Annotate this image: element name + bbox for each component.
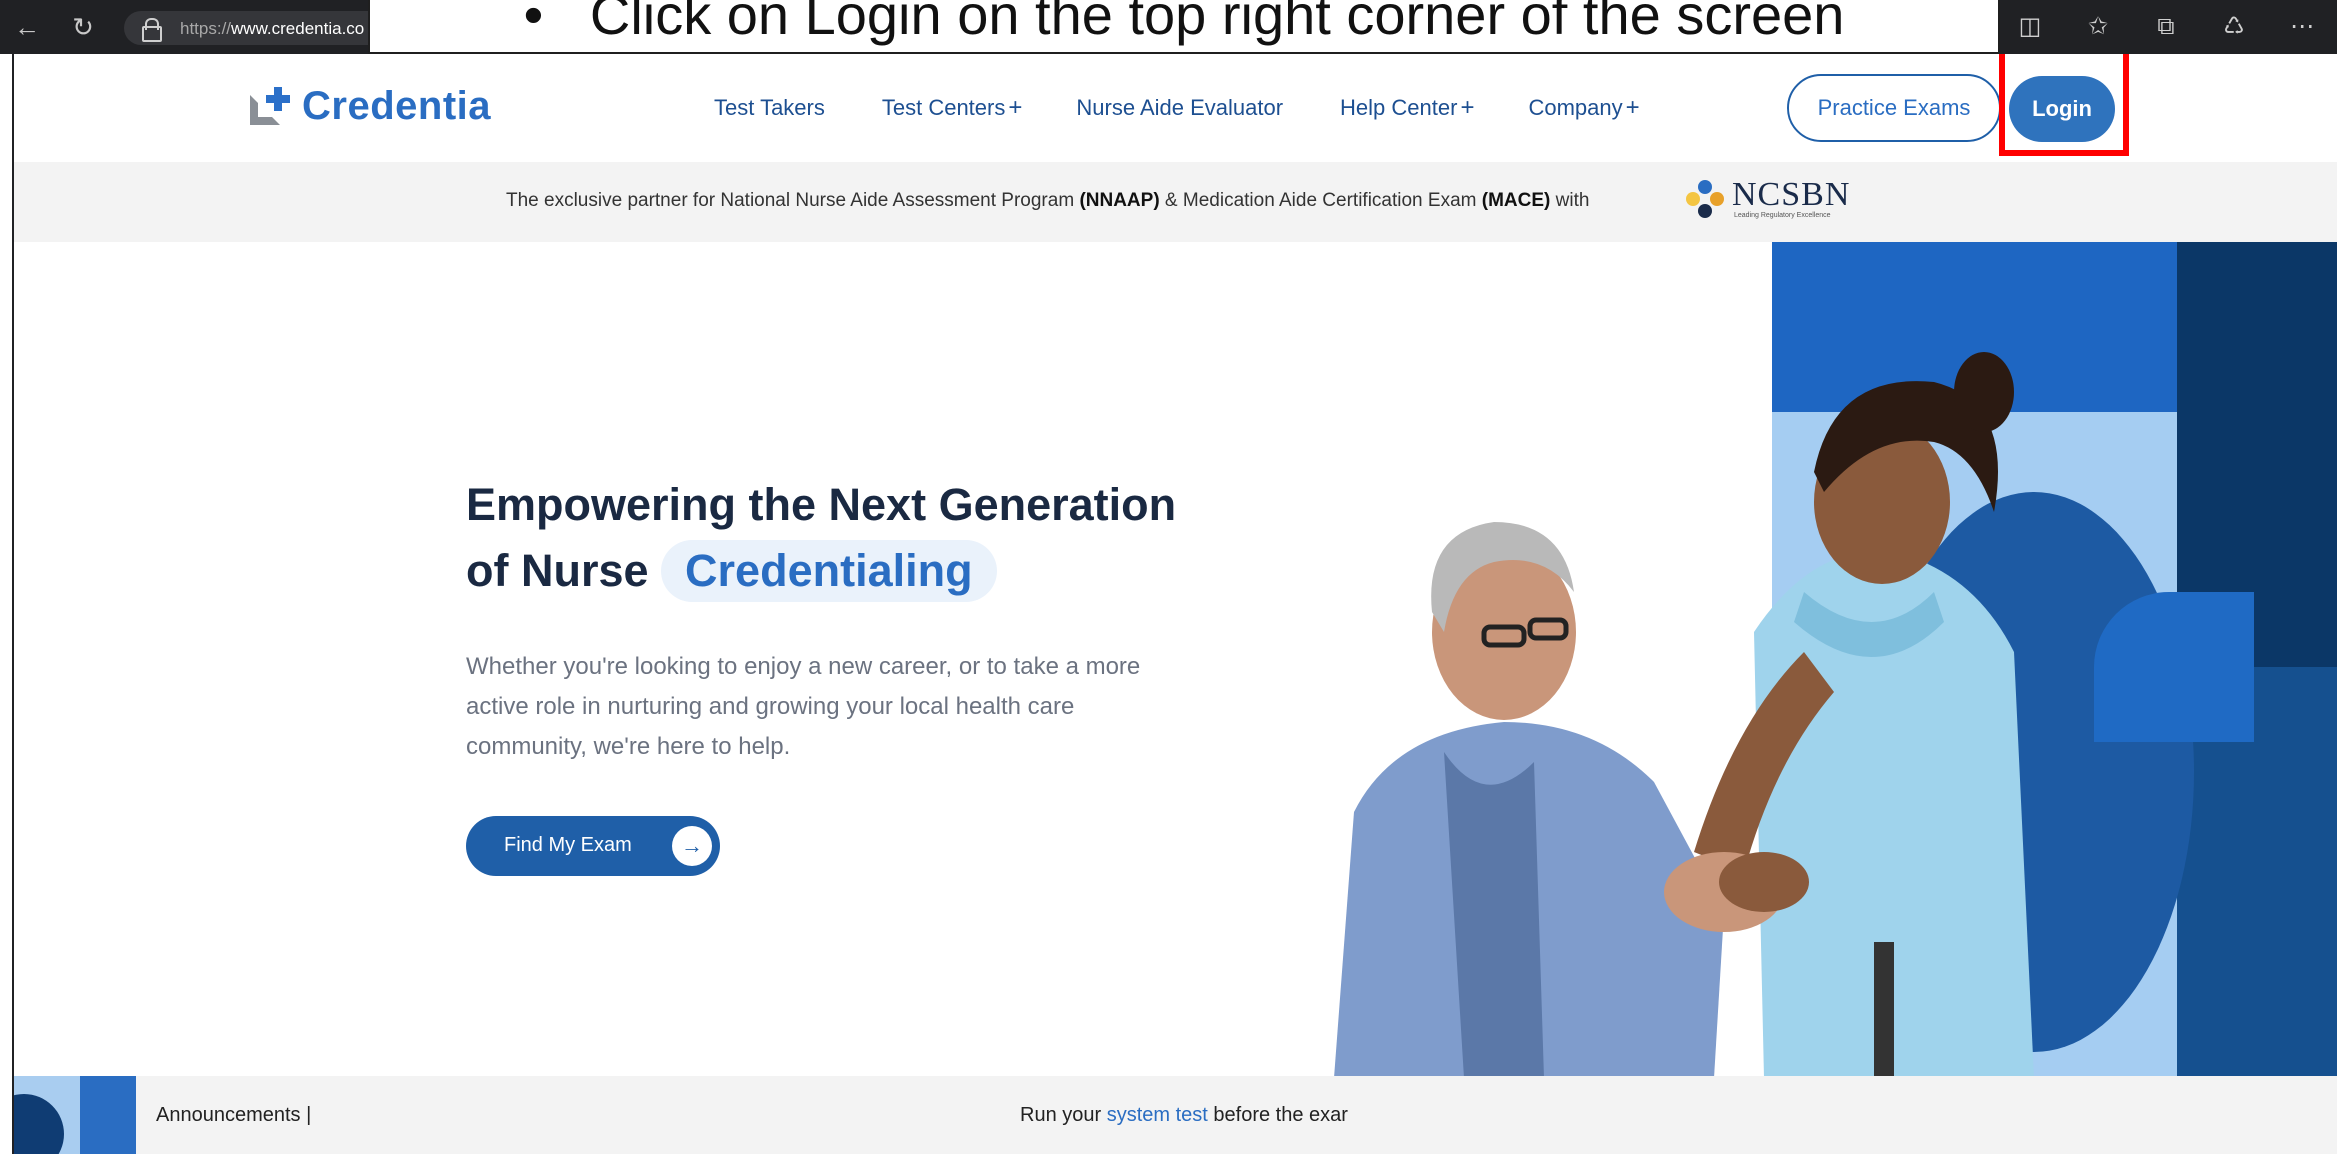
- login-highlight-box: [1999, 54, 2129, 156]
- ncsbn-logo[interactable]: NCSBN Leading Regulatory Excellence: [1686, 178, 1850, 219]
- nav-test-centers[interactable]: Test Centers +: [882, 94, 1023, 122]
- web-page: Credentia Test Takers Test Centers + Nurs…: [12, 54, 2337, 1154]
- hero-title: Empowering the Next Generation of Nurse …: [466, 472, 1266, 604]
- partner-text: The exclusive partner for National Nurse…: [506, 190, 1590, 211]
- back-arrow-icon[interactable]: ←: [12, 12, 42, 42]
- hero-title-accent: Credentialing: [661, 540, 997, 602]
- system-test-link[interactable]: system test: [1107, 1104, 1208, 1126]
- lock-icon: [142, 18, 162, 42]
- ncsbn-tagline: Leading Regulatory Excellence: [1734, 212, 1831, 219]
- instruction-banner: • Click on Login on the top right corner…: [368, 0, 2000, 54]
- ncsbn-logo-icon: [1686, 179, 1724, 218]
- credentia-logo[interactable]: Credentia: [250, 84, 491, 129]
- hero-section: Empowering the Next Generation of Nurse …: [14, 242, 2337, 1078]
- extensions-icon[interactable]: ♺: [2219, 12, 2249, 42]
- expand-plus-icon: +: [1008, 94, 1023, 121]
- main-nav: Test Takers Test Centers + Nurse Aide Eva…: [714, 94, 1640, 122]
- expand-plus-icon: +: [1625, 94, 1640, 121]
- site-header: Credentia Test Takers Test Centers + Nurs…: [14, 54, 2337, 162]
- partner-strip: The exclusive partner for National Nurse…: [14, 162, 2337, 242]
- instruction-text: • Click on Login on the top right corner…: [523, 0, 1845, 46]
- split-screen-icon[interactable]: ◫: [2015, 12, 2045, 42]
- favorites-icon[interactable]: ✩: [2083, 12, 2113, 42]
- refresh-icon[interactable]: ↻: [68, 12, 98, 42]
- nav-company[interactable]: Company +: [1528, 94, 1639, 122]
- collections-icon[interactable]: ⧉: [2151, 12, 2181, 42]
- ncsbn-name: NCSBN: [1732, 176, 1851, 213]
- logo-text: Credentia: [302, 84, 491, 128]
- announcements-label: Announcements |: [156, 1104, 312, 1126]
- find-my-exam-label: Find My Exam: [504, 834, 632, 856]
- find-my-exam-button[interactable]: Find My Exam →: [466, 816, 720, 876]
- nav-nurse-aide-evaluator[interactable]: Nurse Aide Evaluator: [1076, 94, 1286, 122]
- announcement-decoration: [14, 1076, 80, 1154]
- arrow-right-icon: →: [672, 826, 712, 866]
- practice-exams-button[interactable]: Practice Exams: [1787, 74, 2001, 142]
- hero-photo-nurse-and-patient: [1334, 352, 2034, 1078]
- announcements-bar: Announcements | Run your system test bef…: [14, 1076, 2337, 1154]
- announcement-decoration-blue: [80, 1076, 136, 1154]
- system-test-notice: Run your system test before the exar: [1020, 1104, 1348, 1126]
- hero-description: Whether you're looking to enjoy a new ca…: [466, 653, 1141, 760]
- url-text: https://www.credentia.co: [180, 19, 365, 38]
- nav-help-center[interactable]: Help Center +: [1340, 94, 1474, 122]
- browser-toolbar-icons: ☆ ◫ ✩ ⧉ ♺ ⋯: [1947, 12, 2317, 42]
- nav-test-takers[interactable]: Test Takers: [714, 94, 828, 122]
- logo-icon: [250, 86, 290, 127]
- more-options-icon[interactable]: ⋯: [2287, 12, 2317, 42]
- expand-plus-icon: +: [1460, 94, 1475, 121]
